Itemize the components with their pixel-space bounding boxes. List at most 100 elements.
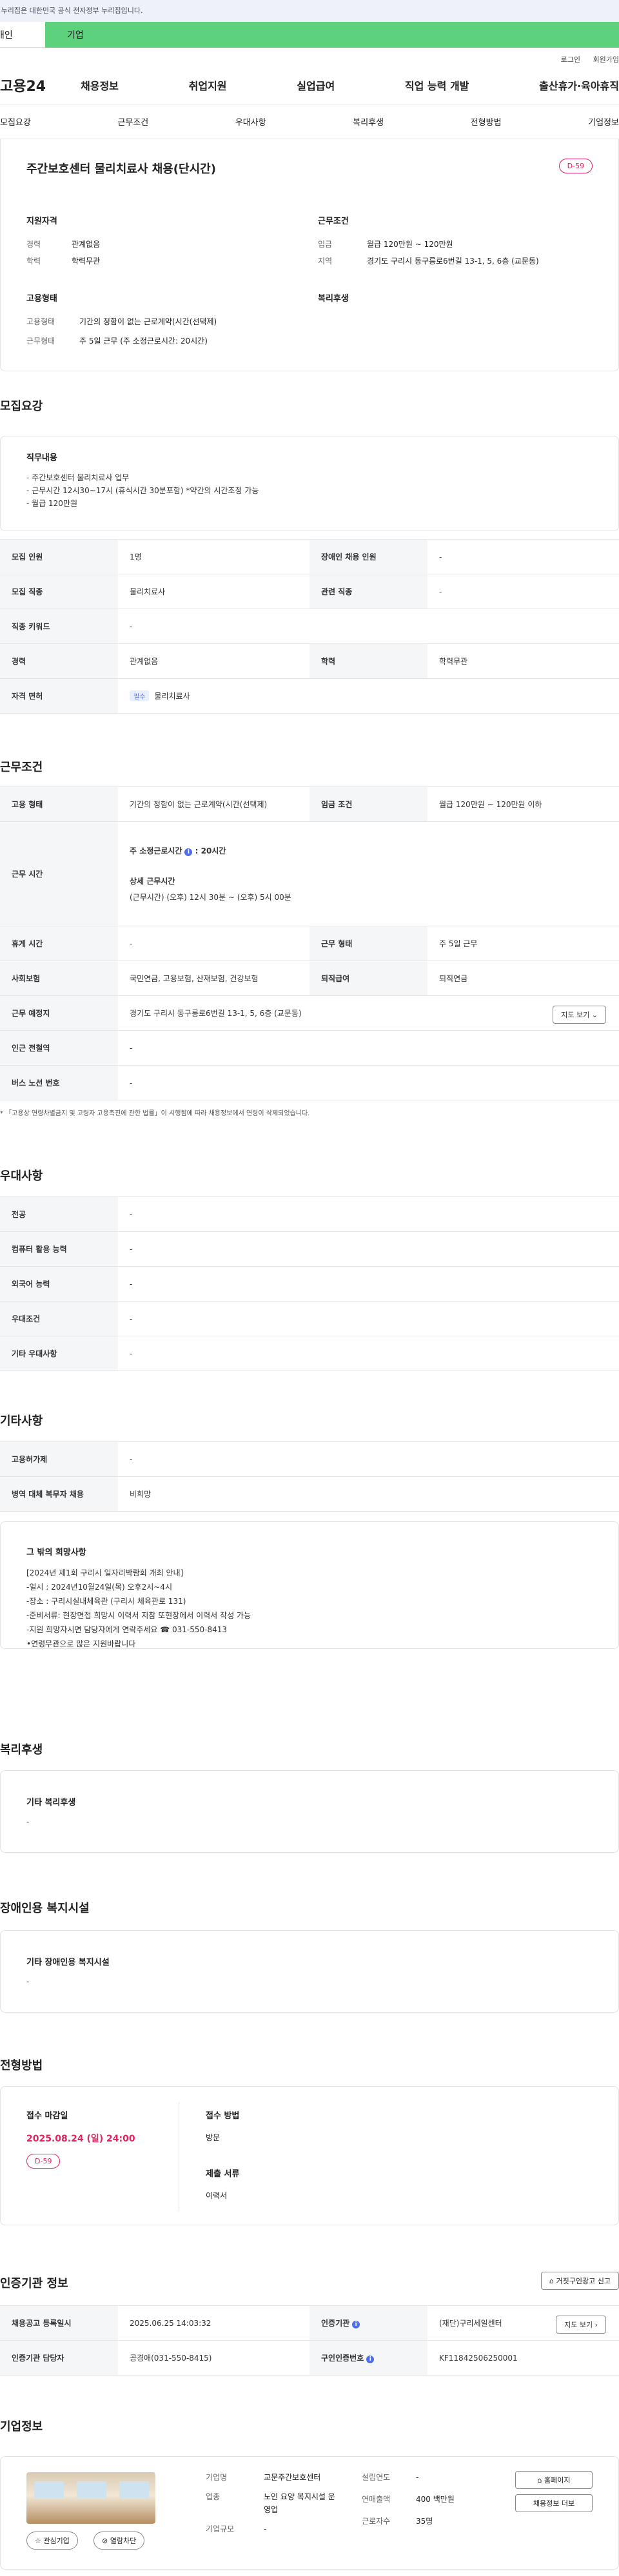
menu-item-jobs[interactable]: 채용정보 bbox=[81, 77, 119, 93]
company-key: 업종 bbox=[206, 2492, 221, 2501]
report-fake-ad-button[interactable]: ⌂ 거짓구인광고 신고 bbox=[541, 2272, 619, 2290]
cert-map-label: 지도 보기 bbox=[564, 2321, 593, 2329]
wish-card: 그 밖의 희망사항 [2024년 제1회 구리시 일자리박람회 개최 안내] -… bbox=[0, 1521, 619, 1649]
company-info-col1: 기업명 교문주간보호센터 업종 노인 요양 복지시설 운영업 기업규모 - bbox=[206, 2471, 341, 2535]
map-view-button[interactable]: 지도 보기 ⌄ bbox=[553, 1006, 606, 1024]
tab-company[interactable]: 기업 bbox=[45, 22, 619, 48]
table-row: 병역 대체 복무자 채용 비희망 bbox=[0, 1476, 619, 1512]
login-link[interactable]: 로그인 bbox=[561, 55, 580, 64]
more-jobs-label: 채용정보 더보 bbox=[533, 2499, 575, 2508]
row-value: 퇴직연금 bbox=[427, 961, 619, 996]
job-summary-card: 주간보호센터 물리치료사 채용(단시간) D-59 지원자격 경력 관계없음 학력… bbox=[0, 139, 619, 371]
row-value: 경기도 구리시 동구릉로6번길 13-1, 5, 6층 (교문동) 지도 보기 … bbox=[118, 995, 619, 1031]
row-key: 컴퓨터 활용 능력 bbox=[0, 1231, 118, 1267]
work-place: 경기도 구리시 동구릉로6번길 13-1, 5, 6층 (교문동) bbox=[130, 1009, 302, 1018]
emp-list: 고용형태 기간의 정함이 없는 근로계약(시간(선택제) 근무형태 주 5일 근무 … bbox=[26, 312, 217, 351]
row-key: 휴게 시간 bbox=[0, 926, 118, 961]
info-icon[interactable]: i bbox=[352, 2321, 360, 2328]
docs-label: 제출 서류 bbox=[206, 2169, 240, 2179]
menu-item-employment-support[interactable]: 취업지원 bbox=[189, 77, 227, 93]
wish-lines: [2024년 제1회 구리시 일자리박람회 개최 안내] -일시 : 2024년… bbox=[26, 1566, 251, 1651]
star-icon: ☆ bbox=[35, 2537, 41, 2545]
homepage-button[interactable]: ⌂ 홈페이지 bbox=[515, 2471, 593, 2489]
recruit-table: 모집 인원 1명 장애인 채용 인원 - 모집 직종 물리치료사 관련 직종 - 직종 … bbox=[0, 539, 619, 714]
cert-title: 인증기관 정보 bbox=[0, 2277, 68, 2290]
qual-key: 경력 bbox=[26, 240, 41, 249]
section-link-work[interactable]: 근무조건 bbox=[117, 115, 148, 128]
section-link-recruit[interactable]: 모집요강 bbox=[0, 115, 31, 128]
section-link-company[interactable]: 기업정보 bbox=[588, 115, 619, 128]
info-icon[interactable]: i bbox=[184, 848, 193, 856]
table-row: 컴퓨터 활용 능력 - bbox=[0, 1231, 619, 1267]
row-key: 사회보험 bbox=[0, 961, 118, 996]
row-value: - bbox=[118, 1301, 619, 1336]
block-view-button[interactable]: ⊘ 열람차단 bbox=[93, 2532, 145, 2550]
cond-value: 경기도 구리시 동구릉로6번길 13-1, 5, 6층 (교문동) bbox=[367, 257, 539, 266]
menu-item-training[interactable]: 직업 능력 개발 bbox=[405, 77, 469, 93]
disabled-title: 장애인용 복지시설 bbox=[0, 1902, 90, 1915]
table-row: 근무 예정지 경기도 구리시 동구릉로6번길 13-1, 5, 6층 (교문동)… bbox=[0, 995, 619, 1031]
table-row: 인증기관 담당자 공경애(031-550-8415) 구인인증번호 i KF1184… bbox=[0, 2340, 619, 2376]
work-title: 근무조건 bbox=[0, 761, 43, 774]
global-nav: 고용24 채용정보 취업지원 실업급여 직업 능력 개발 출산휴가·육아휴직 bbox=[0, 66, 619, 104]
block-label: 열람차단 bbox=[110, 2537, 137, 2545]
chevron-right-icon: › bbox=[594, 2321, 598, 2329]
more-jobs-button[interactable]: 채용정보 더보 bbox=[515, 2494, 593, 2512]
photo-window bbox=[34, 2481, 64, 2498]
required-badge: 필수 bbox=[130, 690, 150, 701]
row-value: 기간의 정함이 없는 근로계약(시간(선택제) bbox=[118, 786, 310, 822]
row-key: 전공 bbox=[0, 1196, 118, 1232]
wish-line: -일시 : 2024년10월24일(목) 오후2시~4시 bbox=[26, 1583, 172, 1592]
company-key: 근로자수 bbox=[362, 2517, 391, 2526]
info-icon[interactable]: i bbox=[366, 2356, 375, 2363]
cert-agency-label: 인증기관 bbox=[321, 2319, 350, 2328]
process-dday-badge: D-59 bbox=[26, 2154, 61, 2169]
table-row: 모집 인원 1명 장애인 채용 인원 - bbox=[0, 539, 619, 574]
join-link[interactable]: 회원가입 bbox=[593, 55, 619, 64]
row-key: 버스 노선 번호 bbox=[0, 1065, 118, 1100]
process-card: 접수 마감일 2025.08.24 (일) 24:00 D-59 접수 방법 방… bbox=[0, 2086, 619, 2225]
table-row: 고용허가제 - bbox=[0, 1441, 619, 1477]
row-value: KF11842506250001 bbox=[427, 2340, 619, 2376]
emp-value: 주 5일 근무 (주 소정근로시간: 20시간) bbox=[79, 337, 208, 346]
row-value: - bbox=[118, 926, 310, 961]
company-value: 노인 요양 복지시설 운영업 bbox=[264, 2492, 335, 2514]
row-value: 학력무관 bbox=[427, 643, 619, 679]
benefit-heading: 기타 복리후생 bbox=[26, 1798, 76, 1808]
favorite-company-button[interactable]: ☆ 관심기업 bbox=[26, 2532, 78, 2550]
company-key: 연매출액 bbox=[362, 2495, 391, 2504]
disabled-heading: 기타 장애인용 복지시설 bbox=[26, 1958, 110, 1967]
qual-heading: 지원자격 bbox=[26, 217, 57, 226]
section-link-pref[interactable]: 우대사항 bbox=[235, 115, 266, 128]
row-value: - bbox=[118, 1065, 619, 1100]
row-value: 1명 bbox=[118, 539, 310, 574]
row-key: 인증기관 i bbox=[310, 2305, 427, 2341]
table-row: 채용공고 등록일시 2025.06.25 14:03:32 인증기관 i (재단)구… bbox=[0, 2305, 619, 2341]
row-value: 물리치료사 bbox=[118, 574, 310, 609]
audience-tabs: 개인 기업 bbox=[0, 22, 619, 48]
row-key: 구인인증번호 i bbox=[310, 2340, 427, 2376]
map-view-label: 지도 보기 bbox=[561, 1011, 590, 1019]
chevron-down-icon: ⌄ bbox=[591, 1011, 598, 1019]
block-icon: ⊘ bbox=[102, 2537, 108, 2545]
emp-key: 고용형태 bbox=[26, 317, 55, 326]
section-link-process[interactable]: 전형방법 bbox=[471, 115, 502, 128]
row-value: 월급 120만원 ~ 120만원 이하 bbox=[427, 786, 619, 822]
table-row: 경력 관계없음 학력 학력무관 bbox=[0, 643, 619, 679]
qual-list: 경력 관계없음 학력 학력무관 bbox=[26, 236, 100, 269]
qual-value: 학력무관 bbox=[72, 257, 101, 266]
menu-item-unemployment[interactable]: 실업급여 bbox=[297, 77, 335, 93]
row-value: - bbox=[427, 574, 619, 609]
site-logo[interactable]: 고용24 bbox=[0, 75, 81, 95]
favorite-label: 관심기업 bbox=[43, 2537, 70, 2545]
menu-item-leave[interactable]: 출산휴가·육아휴직 bbox=[539, 77, 619, 93]
company-value: - bbox=[264, 2524, 267, 2533]
etc-table: 고용허가제 - 병역 대체 복무자 채용 비희망 bbox=[0, 1441, 619, 1512]
wish-line: -장소 : 구리시실내체육관 (구리시 체육관로 131) bbox=[26, 1597, 186, 1606]
section-link-benefit[interactable]: 복리후생 bbox=[353, 115, 384, 128]
tab-personal[interactable]: 개인 bbox=[0, 22, 45, 48]
row-value: - bbox=[118, 1030, 619, 1066]
cert-map-button[interactable]: 지도 보기 › bbox=[556, 2316, 606, 2334]
company-key: 기업명 bbox=[206, 2473, 228, 2482]
row-value: - bbox=[118, 1266, 619, 1302]
